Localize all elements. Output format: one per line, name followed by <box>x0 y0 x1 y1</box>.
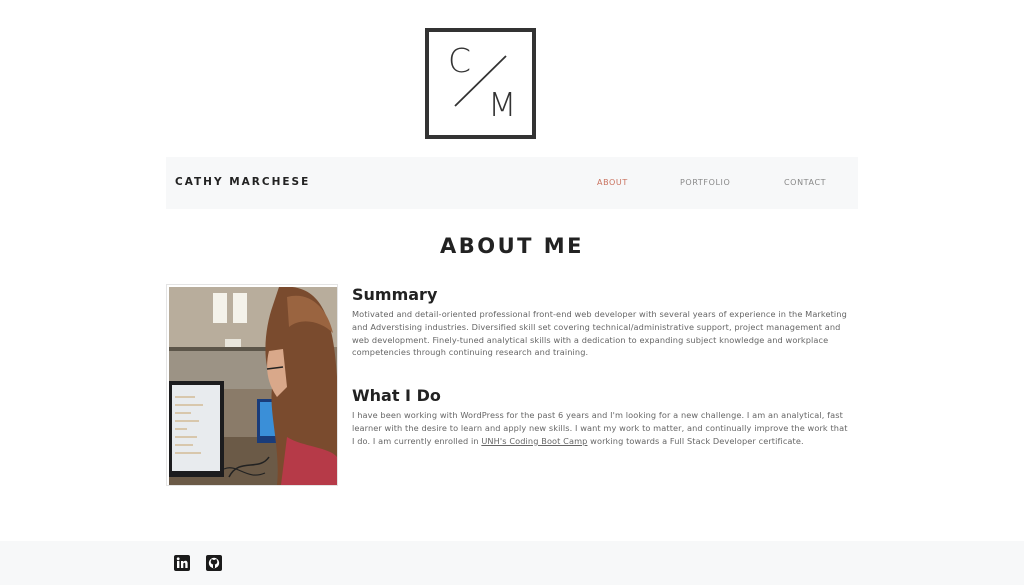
what-i-do-heading: What I Do <box>352 386 441 405</box>
summary-text: Motivated and detail-oriented profession… <box>352 309 847 358</box>
footer <box>0 541 1024 585</box>
brand-name[interactable]: CATHY MARCHESE <box>175 176 310 188</box>
what-i-do-text-end: working towards a Full Stack Developer c… <box>587 435 804 446</box>
github-icon[interactable] <box>206 555 222 571</box>
summary-heading: Summary <box>352 285 438 304</box>
navbar: CATHY MARCHESE ABOUT PORTFOLIO CONTACT <box>166 157 858 209</box>
profile-photo <box>166 284 338 486</box>
logo-letter-m: M <box>488 85 517 124</box>
nav-link-portfolio[interactable]: PORTFOLIO <box>680 178 730 187</box>
nav-link-contact[interactable]: CONTACT <box>784 178 826 187</box>
logo-slash <box>454 55 507 107</box>
site-logo[interactable]: C M <box>425 28 536 139</box>
what-i-do-text: I have been working with WordPress for t… <box>352 409 852 447</box>
nav-link-about[interactable]: ABOUT <box>597 178 628 187</box>
boot-camp-link[interactable]: UNH's Coding Boot Camp <box>481 436 587 446</box>
profile-photo-image <box>169 287 337 485</box>
page-title: ABOUT ME <box>439 234 585 258</box>
linkedin-icon[interactable] <box>174 555 190 571</box>
